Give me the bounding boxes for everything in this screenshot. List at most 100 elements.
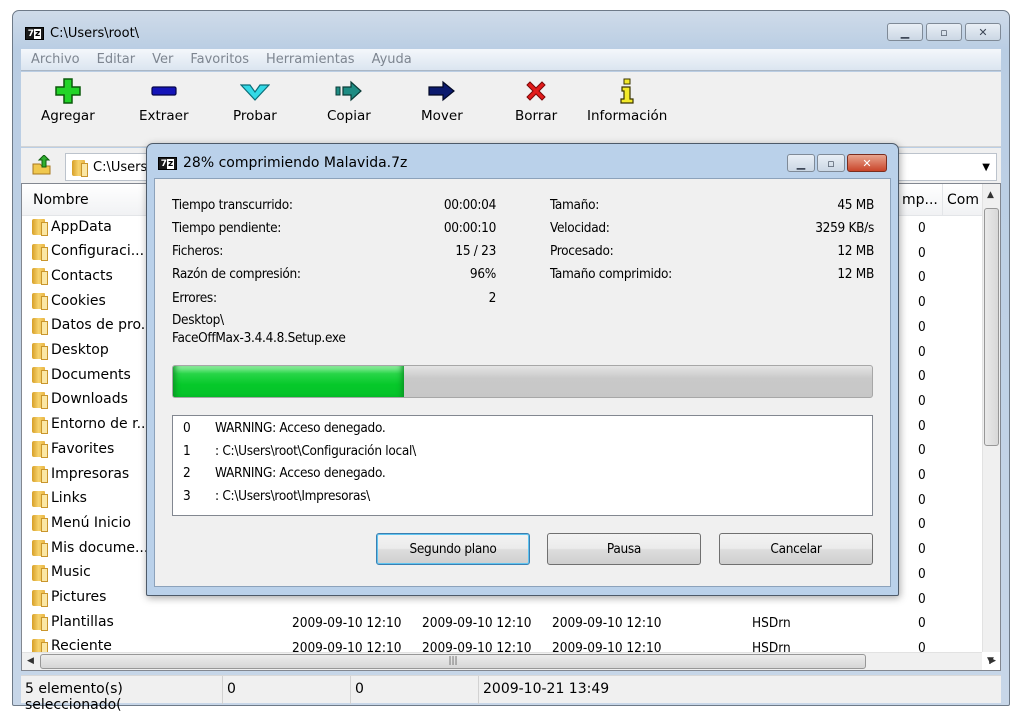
folder-icon [32,589,48,607]
log-index: 2 [183,465,191,481]
minimize-icon: ▁ [796,156,806,170]
cancel-button[interactable]: Cancelar [719,533,873,565]
error-log-list[interactable]: 0 WARNING: Acceso denegado. 1: C:\Users\r… [172,415,873,516]
minus-icon [151,78,177,104]
file-name-cell: Datos de pro... [32,317,155,335]
progress-dialog: 7z 28% comprimiendo Malavida.7z ▁ ▫ ✕ Ti… [146,143,899,596]
window-title: C:\Users\root\ [50,25,140,41]
file-name: Links [51,490,87,507]
dialog-minimize-button[interactable]: ▁ [787,154,815,172]
pause-button[interactable]: Pausa [547,533,701,565]
delete-button[interactable]: Borrar [515,78,557,124]
file-name-cell: Links [32,490,87,508]
file-name: Entorno de r... [51,416,150,433]
folder-icon [32,342,48,360]
log-row[interactable]: 0 WARNING: Acceso denegado. [183,420,862,443]
delete-label: Borrar [515,108,558,124]
compression-ratio-value: 96% [469,266,496,282]
menu-editar[interactable]: Editar [97,52,136,67]
size-label: Tamaño: [550,197,600,213]
log-row[interactable]: 2 WARNING: Acceso denegado. [183,465,862,488]
toolbar: Agregar Extraer Probar Copiar Mover Borr… [21,72,1001,147]
copy-button[interactable]: Copiar [327,78,371,124]
elapsed-time-value: 00:00:04 [443,197,496,213]
menu-ayuda[interactable]: Ayuda [372,52,412,67]
info-icon [619,78,635,104]
folder-icon [32,564,48,582]
count-cell: 0 [918,220,926,236]
folder-icon [32,416,48,434]
column-header-name[interactable]: Nombre [33,192,89,208]
count-cell: 0 [918,244,926,261]
file-name: Datos de pro... [51,317,155,334]
file-name-cell: Favorites [32,440,114,459]
vertical-scrollbar[interactable]: ▲ ▼ [982,184,1000,666]
folder-icon [32,391,48,409]
horizontal-scroll-thumb[interactable]: ||| [40,654,866,669]
menu-ver[interactable]: Ver [152,52,173,67]
folder-icon [32,292,48,311]
window-titlebar: 7z C:\Users\root\ [25,23,139,43]
maximize-button[interactable]: ▫ [926,23,962,41]
add-button[interactable]: Agregar [41,78,95,124]
count-cell: 0 [918,343,926,360]
log-text: WARNING: Acceso denegado. [215,420,386,436]
close-icon: ✕ [978,25,988,39]
minimize-button[interactable]: ▁ [887,23,923,41]
extract-button[interactable]: Extraer [139,78,189,124]
file-name: Menú Inicio [51,514,131,531]
close-icon: ✕ [862,156,872,170]
up-folder-button[interactable] [27,153,57,181]
minimize-icon: ▁ [900,25,910,39]
scroll-left-icon[interactable]: ◀ [27,656,34,666]
close-button[interactable]: ✕ [965,23,1001,41]
column-header-attributes[interactable]: mp... [902,192,938,208]
count-cell: 0 [918,590,926,607]
column-header-comment[interactable]: Com [942,184,979,216]
compressed-size-label: Tamaño comprimido: [550,266,672,282]
menu-archivo[interactable]: Archivo [31,52,80,67]
background-button[interactable]: Segundo plano [376,533,530,565]
dialog-close-button[interactable]: ✕ [847,154,887,172]
scroll-right-icon[interactable]: ▶ [989,656,996,666]
log-row[interactable]: 1: C:\Users\root\Configuración local\ [183,443,862,466]
dialog-body: Tiempo transcurrido: 00:00:04 Tiempo pen… [154,178,891,587]
count-cell: 0 [918,565,926,582]
elapsed-time-label: Tiempo transcurrido: [172,197,293,213]
file-name: Desktop [51,342,109,358]
scroll-up-icon[interactable]: ▲ [987,190,994,200]
log-index: 0 [183,420,191,436]
menu-favoritos[interactable]: Favoritos [190,52,249,67]
move-button[interactable]: Mover [421,78,463,124]
dialog-maximize-button[interactable]: ▫ [817,154,845,172]
address-dropdown-icon[interactable]: ▼ [982,162,990,173]
size-value: 45 MB [837,197,874,213]
list-item[interactable]: Plantillas 2009-09-10 12:10 2009-09-10 12:… [22,611,982,636]
menu-herramientas[interactable]: Herramientas [266,52,355,67]
folder-icon [32,539,48,558]
log-row[interactable]: 3: C:\Users\root\Impresoras\ [183,488,862,511]
status-bar: 5 elemento(s) seleccionado( 0 0 2009-10-… [21,675,1001,713]
vertical-scroll-thumb[interactable] [984,208,999,446]
file-name: Music [51,564,91,581]
file-name-cell: Pictures [32,589,107,607]
file-name-cell: Downloads [32,391,128,409]
status-packed: 0 [351,676,479,704]
file-name-cell: Mis docume... [32,539,148,558]
processed-value: 12 MB [837,243,874,259]
extract-label: Extraer [139,108,189,124]
copy-label: Copiar [327,108,371,124]
modified-cell: 2009-09-10 12:10 [292,615,402,632]
horizontal-scrollbar[interactable]: ◀ ||| ▶ [22,652,996,670]
test-button[interactable]: Probar [233,78,277,124]
info-button[interactable]: Información [587,78,667,124]
count-cell: 0 [918,442,926,459]
folder-icon [32,490,48,508]
file-name-cell: Desktop [32,342,109,360]
compression-ratio-label: Razón de compresión: [172,266,301,282]
restore-icon: ▫ [940,25,948,39]
count-cell: 0 [918,467,926,483]
speed-value: 3259 KB/s [815,220,874,236]
folder-icon [32,218,48,236]
file-name: Pictures [51,589,107,605]
